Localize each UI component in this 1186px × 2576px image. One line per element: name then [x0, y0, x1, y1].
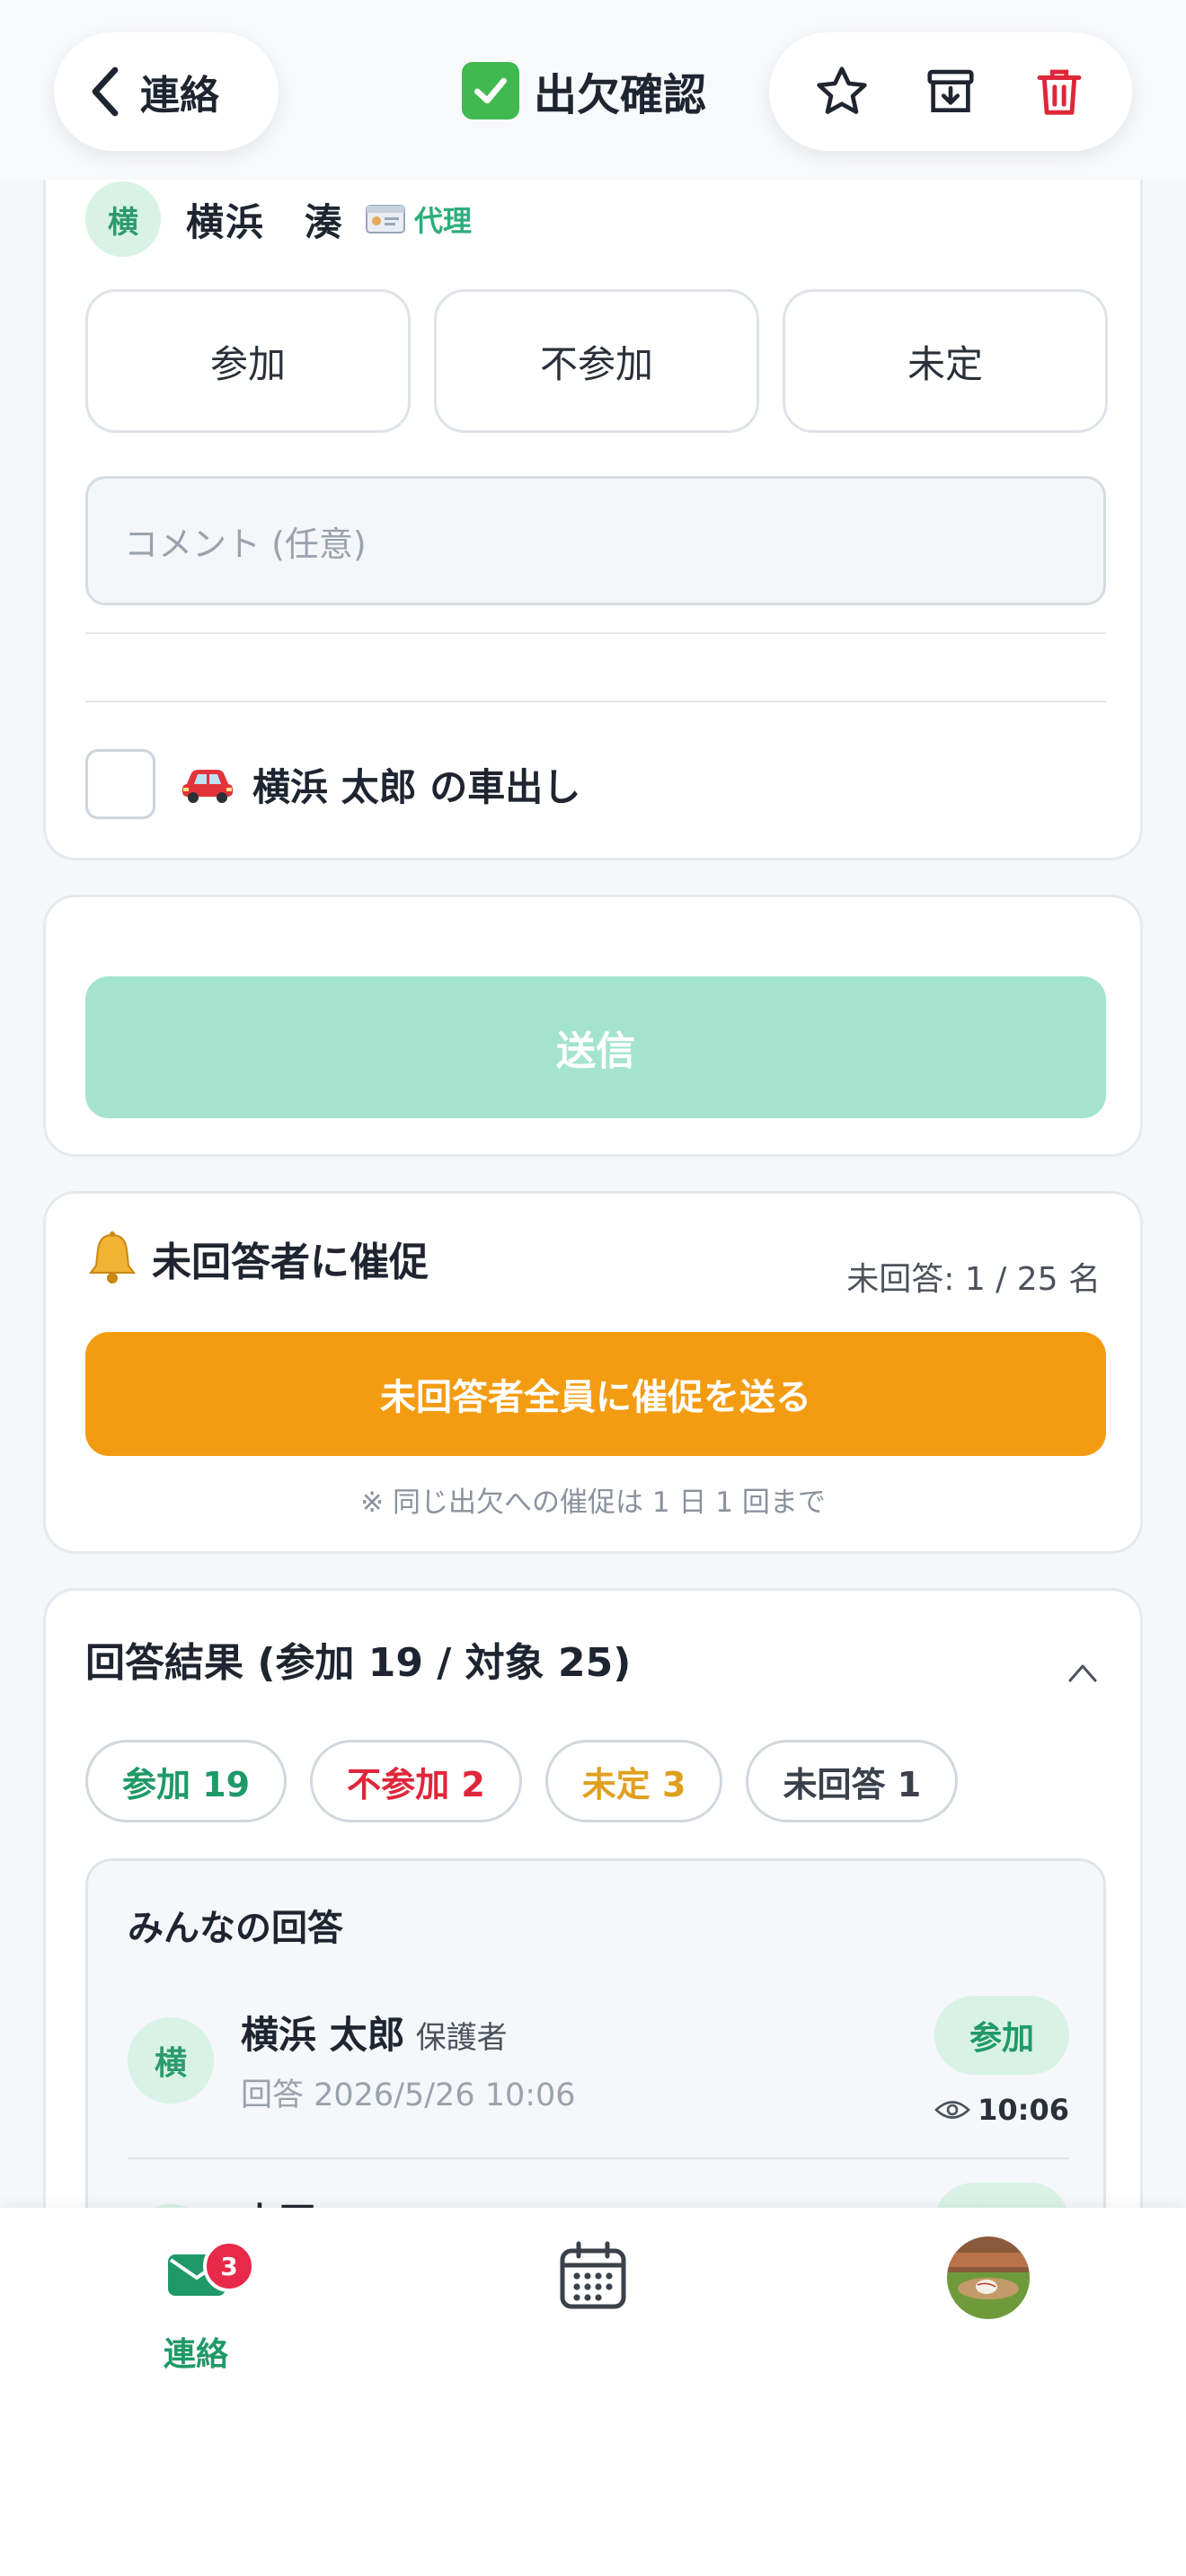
car-option-row: 横浜 太郎 の車出し	[85, 749, 580, 819]
answer-time: 回答 2026/5/26 10:06	[241, 2078, 576, 2113]
avatar: 横	[85, 181, 161, 257]
results-filter-chips: 参加 19 不参加 2 未定 3 未回答 1	[85, 1740, 959, 1822]
trash-icon[interactable]	[1028, 60, 1091, 123]
divider	[128, 2157, 1069, 2159]
bell-icon	[89, 1231, 136, 1284]
status-badge: 参加	[934, 1996, 1069, 2075]
reminder-header: 未回答者に催促	[85, 1230, 429, 1287]
chevron-up-icon[interactable]	[1065, 1659, 1101, 1686]
chevron-left-icon	[92, 66, 119, 117]
proxy-label: 代理	[414, 204, 473, 238]
unread-badge: 3	[203, 2240, 255, 2292]
reminder-note: ※ 同じ出欠への催促は 1 日 1 回まで	[360, 1486, 826, 1519]
eye-icon	[934, 2101, 971, 2119]
answer-name: 横浜 太郎 保護者	[241, 2005, 508, 2060]
id-card-icon	[366, 205, 406, 234]
response-form-card: 横 横浜 湊 代理 参加 不参加 未定 コメント (任意) 横浜 太郎 の車出し	[43, 117, 1143, 860]
car-label: 横浜 太郎 の車出し	[252, 764, 581, 809]
answer-name-text: 横浜 太郎	[241, 2013, 405, 2057]
star-icon[interactable]	[810, 60, 873, 123]
tab-bar: 3 連絡	[0, 2208, 1186, 2576]
answers-title: みんなの回答	[128, 1908, 343, 1949]
back-label: 連絡	[140, 73, 219, 119]
tab-contact-label: 連絡	[163, 2336, 228, 2373]
results-title: 回答結果 (参加 19 / 対象 25)	[85, 1640, 632, 1686]
archive-icon[interactable]	[919, 60, 982, 123]
header-bar: 連絡 出欠確認	[0, 0, 1186, 180]
car-checkbox[interactable]	[85, 749, 155, 819]
choice-attend-button[interactable]: 参加	[85, 289, 411, 433]
attendance-choices: 参加 不参加 未定	[85, 289, 1108, 433]
header-actions	[769, 32, 1132, 151]
check-box-icon	[462, 62, 519, 119]
page-title-text: 出欠確認	[534, 70, 707, 120]
chip-unanswered[interactable]: 未回答 1	[746, 1740, 959, 1822]
unanswered-count: 未回答: 1 / 25 名	[846, 1261, 1101, 1298]
answer-role: 保護者	[415, 2020, 508, 2056]
back-button[interactable]: 連絡	[54, 32, 279, 151]
seen-indicator: 10:06	[934, 2093, 1069, 2127]
choice-absent-button[interactable]: 不参加	[434, 289, 759, 433]
avatar: 横	[128, 2017, 214, 2104]
member-name: 横浜 湊	[186, 199, 345, 244]
baseball-field-image	[947, 2236, 1030, 2319]
tab-contact[interactable]: 3 連絡	[155, 2240, 255, 2373]
remind-all-button[interactable]: 未回答者全員に催促を送る	[85, 1332, 1106, 1456]
member-row: 横 横浜 湊 代理	[85, 181, 472, 257]
choice-undecided-button[interactable]: 未定	[783, 289, 1108, 433]
reminder-title: 未回答者に催促	[152, 1239, 429, 1285]
send-card: 送信	[43, 895, 1143, 1157]
send-button[interactable]: 送信	[85, 976, 1106, 1118]
reminder-card: 未回答者に催促 未回答: 1 / 25 名 未回答者全員に催促を送る ※ 同じ出…	[43, 1191, 1143, 1554]
list-item[interactable]: 横 横浜 太郎 保護者 回答 2026/5/26 10:06 参加 10:06	[128, 1996, 1069, 2157]
seen-time: 10:06	[978, 2093, 1069, 2127]
chip-undecided[interactable]: 未定 3	[544, 1740, 723, 1822]
profile-avatar[interactable]	[947, 2236, 1030, 2319]
chip-absent[interactable]: 不参加 2	[310, 1740, 522, 1822]
chip-attend[interactable]: 参加 19	[85, 1740, 288, 1822]
car-icon	[182, 770, 233, 803]
divider	[85, 632, 1106, 634]
comment-input[interactable]: コメント (任意)	[85, 476, 1106, 605]
divider	[85, 701, 1106, 702]
calendar-icon[interactable]	[557, 2240, 629, 2312]
page-title: 出欠確認	[462, 59, 706, 122]
